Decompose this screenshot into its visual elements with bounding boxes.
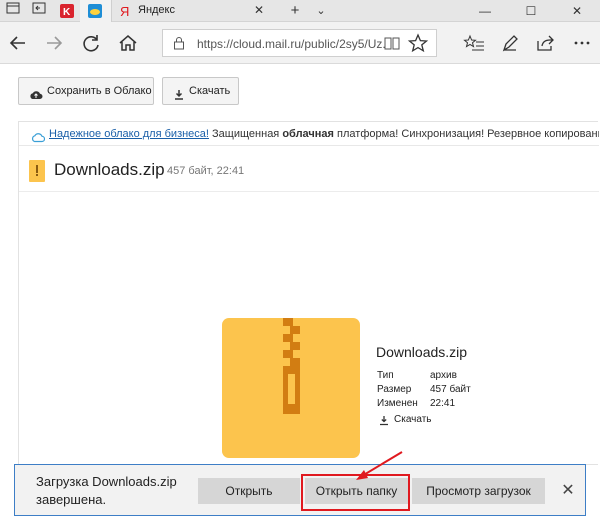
back-arrow-icon[interactable] bbox=[6, 32, 30, 54]
save-to-cloud-label: Сохранить в Облако bbox=[47, 85, 152, 97]
tab-preview-icon[interactable] bbox=[2, 2, 24, 20]
home-icon[interactable] bbox=[116, 32, 140, 54]
reading-view-icon[interactable] bbox=[383, 35, 401, 56]
close-download-bar-icon[interactable]: ✕ bbox=[557, 478, 579, 504]
more-options-icon[interactable] bbox=[570, 32, 594, 54]
zip-archive-icon bbox=[222, 318, 360, 458]
file-viewer: Надежное облако для бизнеса! Защищенная … bbox=[18, 121, 599, 465]
maximize-button[interactable]: ☐ bbox=[508, 0, 554, 22]
web-page: Сохранить в Облако Скачать Надежное обла… bbox=[0, 65, 600, 465]
info-type-value: архив bbox=[430, 370, 457, 381]
download-icon bbox=[173, 85, 185, 111]
forward-arrow-icon[interactable] bbox=[42, 32, 66, 54]
info-file-name: Downloads.zip bbox=[376, 344, 468, 360]
info-download-label: Скачать bbox=[394, 414, 432, 425]
favorite-star-icon[interactable] bbox=[406, 32, 430, 54]
open-file-button[interactable]: Открыть bbox=[198, 478, 300, 504]
cloud-upload-icon bbox=[29, 85, 43, 111]
tab-ivi[interactable]: K bbox=[54, 0, 80, 22]
cloud-ad-icon bbox=[31, 128, 46, 145]
tab-cloud-mail[interactable] bbox=[80, 0, 112, 22]
ad-text: Надежное облако для бизнеса! Защищенная … bbox=[49, 122, 599, 145]
ad-banner: Надежное облако для бизнеса! Защищенная … bbox=[19, 122, 599, 146]
ad-text-part-1: Защищенная bbox=[208, 128, 283, 140]
download-complete-message: Загрузка Downloads.zip завершена. bbox=[36, 474, 177, 507]
tab-yandex[interactable]: Я Яндекс ✕ bbox=[112, 0, 272, 22]
cloud-mail-favicon-icon bbox=[88, 4, 102, 18]
file-header: Downloads.zip 457 байт, 22:41 bbox=[19, 156, 599, 192]
ivi-favicon-icon: K bbox=[60, 4, 74, 18]
lock-icon bbox=[173, 36, 185, 55]
divider bbox=[19, 191, 599, 192]
info-size-label: Размер bbox=[377, 384, 412, 395]
download-button[interactable]: Скачать bbox=[162, 77, 239, 105]
svg-text:K: K bbox=[63, 7, 71, 18]
minimize-button[interactable]: — bbox=[462, 0, 508, 22]
file-meta: 457 байт, 22:41 bbox=[167, 165, 245, 177]
info-type-label: Тип bbox=[377, 370, 394, 381]
favorites-hub-icon[interactable] bbox=[462, 32, 486, 54]
ad-text-part-2: платформа! Синхронизация! Резервное копи… bbox=[337, 128, 599, 140]
zip-file-icon bbox=[29, 160, 45, 182]
tab-label: Яндекс bbox=[138, 4, 175, 16]
svg-text:Я: Я bbox=[120, 4, 129, 18]
address-url: https://cloud.mail.ru/public/2sy5/Uz. bbox=[197, 37, 386, 51]
yandex-favicon-icon: Я bbox=[118, 4, 132, 19]
view-downloads-button[interactable]: Просмотр загрузок bbox=[412, 478, 545, 504]
download-notification-bar: Загрузка Downloads.zip завершена. Открыт… bbox=[14, 464, 586, 516]
new-tab-button[interactable]: + bbox=[284, 2, 306, 20]
file-name: Downloads.zip bbox=[54, 160, 165, 179]
download-small-icon bbox=[379, 415, 389, 429]
info-size-value: 457 байт bbox=[430, 384, 471, 395]
address-bar[interactable]: https://cloud.mail.ru/public/2sy5/Uz. bbox=[162, 29, 437, 57]
navigation-bar: https://cloud.mail.ru/public/2sy5/Uz. bbox=[0, 22, 600, 64]
share-icon[interactable] bbox=[534, 32, 558, 54]
tab-bar: K Я Яндекс ✕ + ⌄ — ☐ ✕ bbox=[0, 0, 600, 22]
info-modified-label: Изменен bbox=[377, 398, 418, 409]
web-note-pen-icon[interactable] bbox=[498, 32, 522, 54]
ad-link[interactable]: Надежное облако для бизнеса! bbox=[49, 128, 209, 140]
save-to-cloud-button[interactable]: Сохранить в Облако bbox=[18, 77, 154, 105]
tab-list-button[interactable]: ⌄ bbox=[310, 2, 332, 20]
highlight-frame bbox=[301, 474, 410, 511]
refresh-icon[interactable] bbox=[80, 32, 104, 54]
info-modified-value: 22:41 bbox=[430, 398, 456, 409]
close-window-button[interactable]: ✕ bbox=[554, 0, 600, 22]
tab-close-icon[interactable]: ✕ bbox=[254, 3, 264, 17]
download-label: Скачать bbox=[189, 85, 231, 97]
ad-bold-word: облачная bbox=[282, 128, 334, 140]
set-aside-tabs-icon[interactable] bbox=[28, 2, 50, 20]
